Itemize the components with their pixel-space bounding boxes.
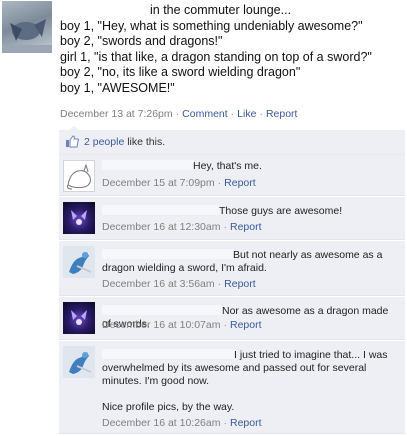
post-meta: December 13 at 7:26pm · Comment · Like · Repor…: [60, 108, 297, 120]
report-link[interactable]: Report: [230, 319, 262, 331]
separator: ·: [175, 108, 180, 120]
dragon-avatar[interactable]: [63, 346, 95, 378]
post-line: boy 1, "AWESOME!": [60, 80, 175, 95]
comment-link[interactable]: Comment: [182, 108, 228, 120]
report-link[interactable]: Report: [224, 278, 256, 290]
poster-avatar[interactable]: [2, 1, 52, 53]
separator: ·: [223, 319, 227, 331]
comment-meta: December 16 at 10:07am · Report: [102, 319, 262, 331]
post-timestamp: December 13 at 7:26pm: [60, 108, 173, 120]
purple-figure-avatar[interactable]: [63, 202, 95, 234]
comment-timestamp: December 16 at 12:30am: [102, 221, 221, 233]
comment-meta: December 16 at 10:26am · Report: [102, 417, 262, 429]
like-link[interactable]: Like: [237, 108, 256, 120]
comment-text: Nice profile pics, by the way.: [102, 401, 235, 413]
comment-item: Hey, that's me. December 15 at 7:09pm · Re…: [59, 155, 405, 196]
comment-meta: December 15 at 7:09pm · Report: [102, 177, 256, 189]
comment-text: Those guys are awesome!: [219, 205, 343, 217]
comment-timestamp: December 16 at 10:07am: [102, 319, 221, 331]
thumbs-up-icon: [65, 135, 79, 148]
post-line: boy 1, "Hey, what is something undeniabl…: [60, 18, 363, 33]
post-line: boy 2, "no, its like a sword wielding dr…: [60, 65, 301, 79]
likes-text: 2 people like this.: [84, 136, 165, 148]
likes-suffix: like this.: [124, 136, 166, 148]
post-line: in the commuter lounge...: [150, 3, 292, 17]
dragon-avatar[interactable]: [63, 246, 95, 278]
report-link[interactable]: Report: [230, 221, 262, 233]
separator: ·: [259, 108, 263, 120]
separator: ·: [223, 417, 227, 429]
comment-meta: December 16 at 3:56am · Report: [102, 278, 256, 290]
likers-link[interactable]: 2 people: [84, 136, 124, 148]
separator: ·: [217, 278, 222, 290]
separator: ·: [217, 177, 222, 189]
post-line: girl 1, "is that like, a dragon standing…: [60, 49, 372, 64]
comment-text: Hey, that's me.: [193, 160, 262, 172]
comment-text: I just tried to imagine that... I was ov…: [102, 349, 388, 387]
comment-timestamp: December 16 at 3:56am: [102, 278, 215, 290]
comment-timestamp: December 15 at 7:09pm: [102, 177, 215, 189]
sketch-cat-avatar[interactable]: [63, 160, 95, 192]
comment-item: Nor as awesome as a dragon made of sword…: [59, 297, 405, 340]
report-link[interactable]: Report: [224, 177, 256, 189]
comment-item: Those guys are awesome! December 16 at 1…: [59, 197, 405, 240]
separator: ·: [230, 108, 235, 120]
likes-bar: 2 people like this.: [59, 130, 405, 155]
post-message: in the commuter lounge... boy 1, "Hey, w…: [60, 3, 405, 96]
comment-timestamp: December 16 at 10:26am: [102, 417, 221, 429]
report-link[interactable]: Report: [230, 417, 262, 429]
report-link[interactable]: Report: [266, 108, 298, 120]
comment-meta: December 16 at 12:30am · Report: [102, 221, 262, 233]
post-line: boy 2, "swords and dragons!": [60, 34, 223, 48]
comment-text: But not nearly as awesome as a dragon wi…: [102, 249, 383, 274]
purple-figure-avatar[interactable]: [63, 302, 95, 334]
comment-item: I just tried to imagine that... I was ov…: [59, 341, 405, 434]
comment-item: But not nearly as awesome as a dragon wi…: [59, 241, 405, 296]
separator: ·: [223, 221, 227, 233]
